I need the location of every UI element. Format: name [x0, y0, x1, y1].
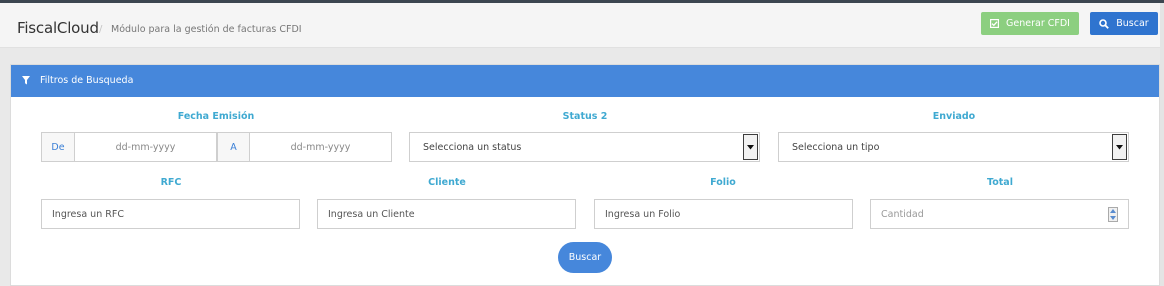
status-select[interactable]: Selecciona un status — [409, 132, 760, 162]
rfc-label: RFC — [160, 177, 182, 188]
chevron-down-icon — [747, 144, 754, 149]
header-search-label: Buscar — [1116, 18, 1149, 29]
enviado-select[interactable]: Selecciona un tipo — [778, 132, 1129, 162]
date-to-input[interactable]: dd-mm-yyyy — [249, 132, 392, 162]
cliente-input[interactable]: Ingresa un Cliente — [317, 199, 576, 229]
generate-cfdi-button[interactable]: Generar CFDI — [981, 12, 1079, 35]
spinner-up-icon[interactable] — [1110, 209, 1116, 213]
date-from-input[interactable]: dd-mm-yyyy — [74, 132, 217, 162]
fecha-emision-label: Fecha Emisión — [177, 111, 255, 122]
check-square-icon — [990, 19, 1000, 28]
chevron-down-icon — [1116, 144, 1123, 149]
enviado-label: Enviado — [932, 111, 976, 122]
breadcrumb-separator: / — [99, 24, 103, 35]
spinner-down-icon[interactable] — [1110, 216, 1116, 220]
total-input[interactable]: Cantidad — [870, 199, 1129, 229]
filters-panel-header[interactable]: Filtros de Busqueda — [11, 65, 1159, 97]
status-label: Status 2 — [562, 111, 608, 122]
status-dropdown-arrow[interactable] — [743, 134, 758, 160]
folio-input[interactable]: Ingresa un Folio — [594, 199, 853, 229]
number-spinner[interactable] — [1108, 207, 1118, 222]
folio-label: Folio — [710, 177, 736, 188]
filters-panel: Filtros de Busqueda Fecha Emisión Status… — [10, 64, 1160, 286]
rfc-input[interactable]: Ingresa un RFC — [41, 199, 300, 229]
total-label: Total — [987, 177, 1013, 188]
enviado-select-value: Selecciona un tipo — [792, 141, 880, 153]
total-placeholder: Cantidad — [881, 208, 924, 220]
filters-panel-title: Filtros de Busqueda — [40, 75, 134, 86]
scrollbar-track[interactable] — [1160, 3, 1164, 286]
page-header: FiscalCloud / Módulo para la gestión de … — [0, 3, 1160, 48]
search-button[interactable]: Buscar — [558, 242, 612, 273]
header-search-button[interactable]: Buscar — [1090, 12, 1158, 35]
cliente-label: Cliente — [428, 177, 466, 188]
status-select-value: Selecciona un status — [423, 141, 522, 153]
search-icon — [1099, 18, 1110, 29]
generate-cfdi-label: Generar CFDI — [1006, 18, 1070, 29]
enviado-dropdown-arrow[interactable] — [1112, 134, 1127, 160]
app-title[interactable]: FiscalCloud — [17, 19, 99, 37]
page-subtitle: Módulo para la gestión de facturas CFDI — [111, 24, 302, 35]
date-from-addon: De — [41, 132, 75, 162]
filter-icon — [22, 76, 30, 85]
date-to-addon: A — [217, 132, 250, 162]
